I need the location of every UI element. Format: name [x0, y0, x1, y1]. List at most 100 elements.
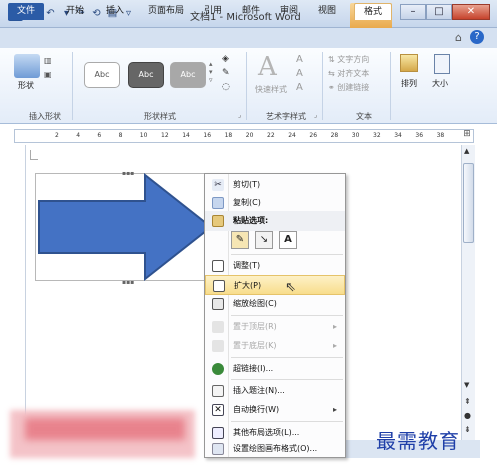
- ruler-tick-label: 4: [76, 132, 81, 139]
- undo-icon[interactable]: ↶: [44, 7, 57, 20]
- menu-item-cut-label: 剪切(T): [233, 180, 261, 189]
- tab-view[interactable]: 视图: [312, 3, 342, 20]
- menu-item-adjust[interactable]: 调整(T): [205, 256, 345, 276]
- tab-review[interactable]: 审阅: [274, 3, 304, 20]
- view-ruler-icon[interactable]: ⊞: [460, 129, 474, 143]
- menu-item-text-wrap-label: 自动换行(W): [233, 405, 280, 414]
- canvas-handle-top[interactable]: ▪▪▪: [122, 170, 134, 177]
- tab-references[interactable]: 引用: [198, 3, 228, 20]
- submenu-arrow-icon: ▸: [333, 322, 338, 331]
- scroll-up-icon[interactable]: ▲: [464, 147, 469, 155]
- ruler-tick-label: 8: [118, 132, 123, 139]
- scroll-down-icon[interactable]: ▼: [464, 381, 469, 389]
- menu-item-cut[interactable]: ✂ 剪切(T): [205, 175, 345, 195]
- menu-item-expand[interactable]: 扩大(P): [205, 275, 345, 295]
- text-direction-button[interactable]: ⇅ 文字方向: [328, 54, 369, 65]
- style-swatch-outline[interactable]: Abc: [84, 62, 120, 88]
- create-link-button[interactable]: ⚭ 创建链接: [328, 82, 369, 93]
- menu-separator: [231, 315, 343, 316]
- vertical-scrollbar[interactable]: ▲ ▼ ⇞ ● ⇟: [461, 145, 475, 440]
- style-swatch-dark[interactable]: Abc: [128, 62, 164, 88]
- send-back-icon: [212, 340, 224, 352]
- align-text-button[interactable]: ⇆ 对齐文本: [328, 68, 369, 79]
- gallery-scroll-icon[interactable]: ▴ ▾ ▿: [209, 60, 213, 84]
- watermark-text: 最需教育: [376, 429, 460, 453]
- tab-home[interactable]: 开始: [60, 3, 90, 20]
- shapes-icon[interactable]: [14, 54, 40, 78]
- dialog-launcher-icon[interactable]: ⌟: [314, 111, 317, 119]
- tab-insert[interactable]: 插入: [100, 3, 130, 20]
- outline-icon[interactable]: ✎: [222, 68, 230, 78]
- close-button[interactable]: ✕: [452, 4, 490, 20]
- edit-shape-icon[interactable]: ▣: [44, 70, 52, 79]
- adjust-icon: [212, 260, 224, 272]
- vertical-ruler[interactable]: [14, 145, 26, 440]
- menu-item-scale-drawing[interactable]: 缩放绘图(C): [205, 294, 345, 314]
- ribbon-collapse-icon[interactable]: ⌂: [455, 31, 462, 44]
- browse-object-icon[interactable]: ●: [464, 411, 471, 420]
- shapes-gallery-icon[interactable]: ▥: [44, 56, 52, 65]
- wordart-a-icon[interactable]: A: [258, 52, 277, 82]
- next-page-icon[interactable]: ⇟: [464, 425, 471, 434]
- fill-icon[interactable]: ◈: [222, 54, 229, 64]
- paste-merge-icon[interactable]: ↘: [255, 231, 273, 249]
- scissors-icon: ✂: [212, 179, 224, 191]
- maximize-button[interactable]: □: [426, 4, 452, 20]
- text-outline-icon[interactable]: A: [296, 68, 303, 79]
- menu-item-hyperlink[interactable]: 超链接(I)...: [205, 359, 345, 379]
- scroll-thumb[interactable]: [463, 163, 474, 243]
- style-swatch-gray[interactable]: Abc: [170, 62, 206, 88]
- ruler-tick-label: 18: [224, 132, 233, 139]
- arrow-polygon[interactable]: [38, 173, 213, 281]
- tab-page-layout[interactable]: 页面布局: [140, 3, 192, 20]
- dialog-launcher-icon[interactable]: ⌟: [238, 111, 241, 119]
- menu-item-insert-caption[interactable]: 插入题注(N)...: [205, 381, 345, 401]
- ruler-tick-label: 28: [330, 132, 339, 139]
- context-menu: ✂ 剪切(T) 复制(C) 粘贴选项: ✎ ↘ A 调整(T) 扩大(P) ⇖ 缩…: [204, 173, 346, 458]
- ruler-tick-label: 20: [245, 132, 254, 139]
- menu-item-hyperlink-label: 超链接(I)...: [233, 364, 274, 373]
- paste-keep-format-icon[interactable]: ✎: [231, 231, 249, 249]
- ruler-tick-label: 24: [288, 132, 296, 139]
- horizontal-ruler[interactable]: 2 4 6 8 10 12 14 16 18 20 22 24 26 28 30 32 34 36 38: [14, 129, 474, 143]
- text-effects-icon[interactable]: A: [296, 82, 303, 93]
- menu-item-format-canvas[interactable]: 设置绘图画布格式(O)...: [205, 439, 345, 459]
- arrange-icon[interactable]: [400, 54, 418, 72]
- quick-styles-button[interactable]: 快速样式: [255, 84, 287, 95]
- ribbon: ▥ ▣ 形状 插入形状 Abc Abc Abc ▴ ▾ ▿ ◈ ✎ ◌ 形状样式 ⌟…: [0, 48, 497, 124]
- prev-page-icon[interactable]: ⇞: [464, 397, 471, 406]
- canvas-handle-bottom[interactable]: ▪▪▪: [122, 279, 134, 286]
- effects-icon[interactable]: ◌: [222, 82, 230, 92]
- menu-paste-header: 粘贴选项:: [205, 211, 345, 231]
- tab-file[interactable]: 文件: [8, 3, 44, 20]
- tab-mailings[interactable]: 邮件: [236, 3, 266, 20]
- insert-shapes-label: 插入形状: [29, 112, 61, 121]
- text-fill-icon[interactable]: A: [296, 54, 303, 65]
- arrange-button[interactable]: 排列: [401, 78, 417, 89]
- ruler-tick-label: 12: [161, 132, 169, 139]
- separator: [390, 52, 391, 120]
- menu-item-adjust-label: 调整(T): [233, 261, 261, 270]
- hyperlink-icon: [212, 363, 224, 375]
- separator: [246, 52, 247, 120]
- tab-format[interactable]: 格式: [354, 3, 392, 20]
- expand-icon: [213, 280, 225, 292]
- size-button[interactable]: 大小: [432, 78, 448, 89]
- blurred-region-inner: [25, 418, 185, 440]
- ruler-tick-label: 22: [267, 132, 275, 139]
- text-group-label: 文本: [356, 112, 372, 121]
- menu-item-text-wrap[interactable]: ✕ 自动换行(W) ▸: [205, 400, 345, 420]
- paste-text-only-icon[interactable]: A: [279, 231, 297, 249]
- shapes-button[interactable]: 形状: [18, 80, 34, 91]
- ruler-tick-label: 10: [139, 132, 148, 139]
- menu-item-copy[interactable]: 复制(C): [205, 193, 345, 213]
- bring-front-icon: [212, 321, 224, 333]
- separator: [72, 52, 73, 120]
- ruler-tick-label: 34: [394, 132, 402, 139]
- create-link-label: 创建链接: [337, 83, 370, 92]
- menu-item-bring-front: 置于顶层(R) ▸: [205, 317, 345, 337]
- minimize-button[interactable]: –: [400, 4, 426, 20]
- right-arrow-shape[interactable]: [35, 173, 215, 281]
- size-icon[interactable]: [434, 54, 450, 74]
- help-icon[interactable]: ?: [470, 30, 484, 44]
